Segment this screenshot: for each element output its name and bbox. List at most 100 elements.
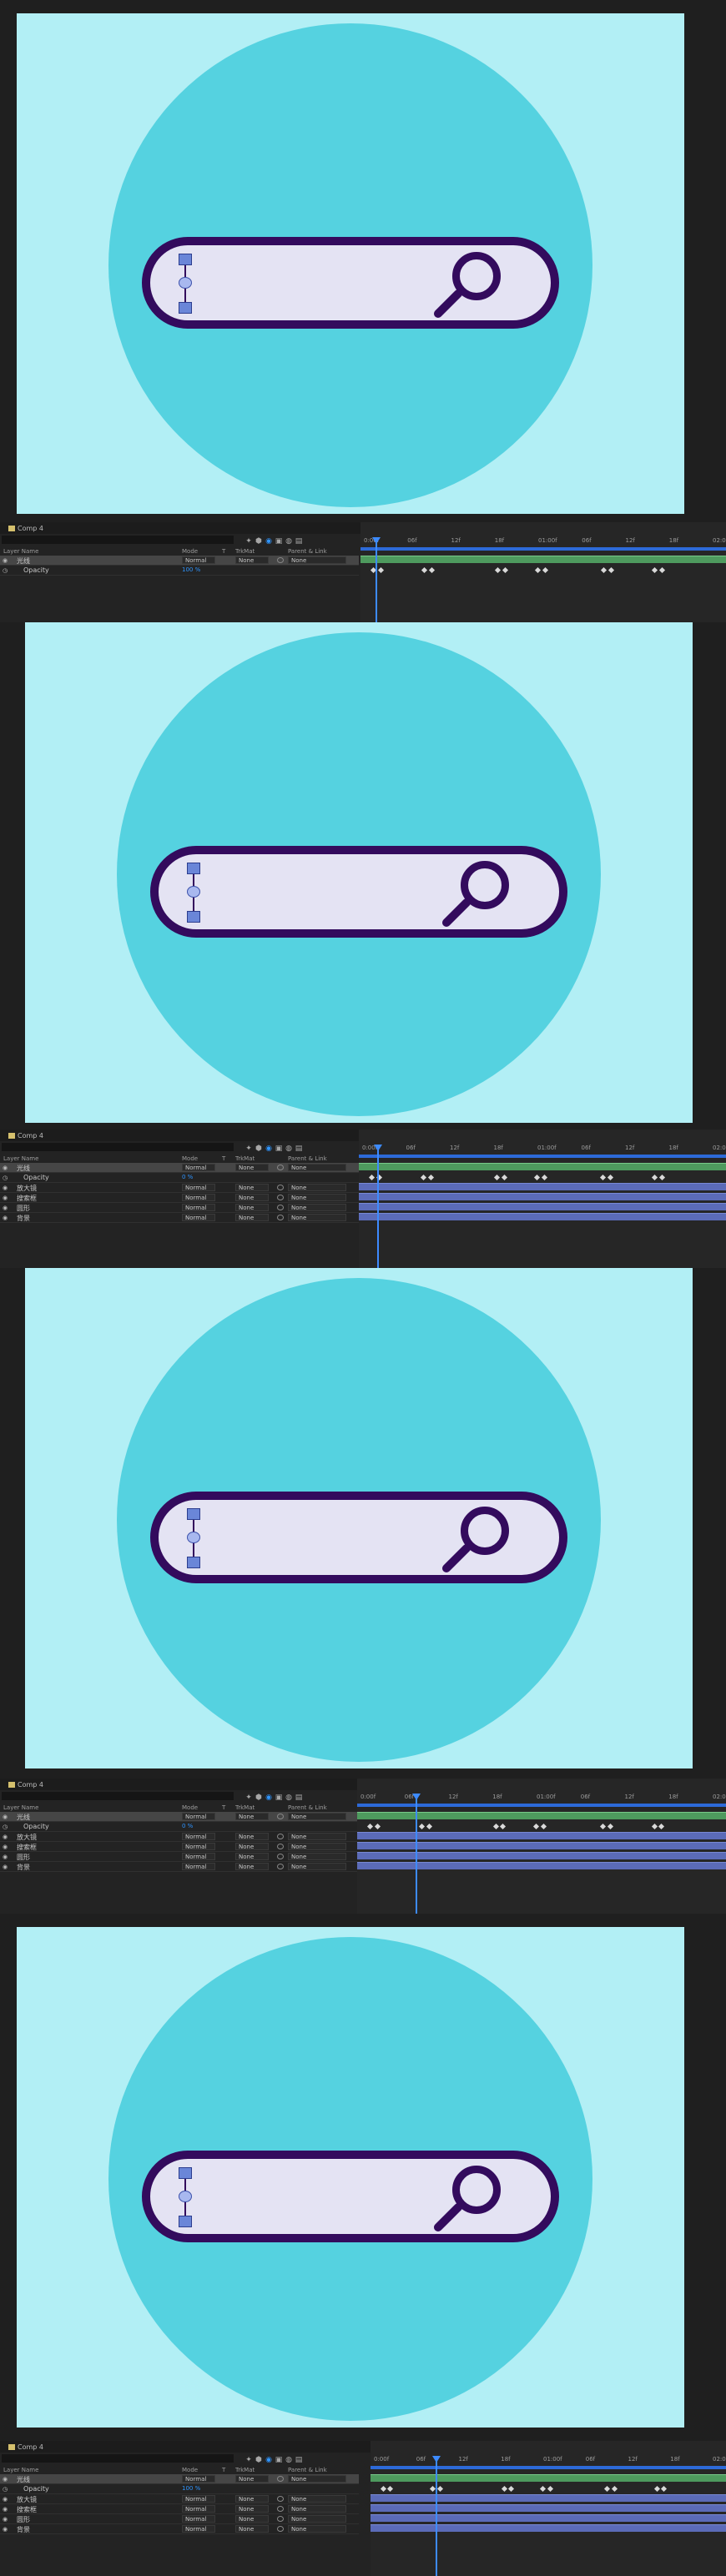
layer-duration-bar[interactable] bbox=[357, 1832, 726, 1839]
opacity-value[interactable]: 100 % bbox=[182, 2485, 200, 2492]
keyframe-marker[interactable] bbox=[653, 2485, 660, 2493]
keyframe-marker[interactable] bbox=[501, 2485, 507, 2493]
column-header-trkmat[interactable]: TrkMat bbox=[235, 1155, 255, 1162]
keyframe-marker[interactable] bbox=[492, 1823, 499, 1830]
opacity-value[interactable]: 100 % bbox=[182, 566, 200, 573]
parent-select[interactable]: None bbox=[288, 556, 346, 564]
layer-search-input[interactable] bbox=[2, 1792, 234, 1800]
layer-duration-bar[interactable] bbox=[357, 1852, 726, 1859]
layer-duration-bar[interactable] bbox=[359, 1193, 726, 1200]
toolbar-switch-icon[interactable]: ◍ bbox=[284, 1794, 294, 1802]
layer-search-input[interactable] bbox=[2, 536, 234, 544]
pick-whip-icon[interactable] bbox=[277, 1854, 284, 1859]
layer-search-input[interactable] bbox=[2, 1143, 234, 1151]
pick-whip-icon[interactable] bbox=[277, 2526, 284, 2532]
cursor-anchor-icon[interactable] bbox=[179, 2191, 192, 2202]
pick-whip-icon[interactable] bbox=[277, 2516, 284, 2522]
layer-search-input[interactable] bbox=[2, 2454, 234, 2463]
layer-row[interactable]: ◉ 光线 Normal None None bbox=[0, 1812, 359, 1822]
keyframe-marker[interactable] bbox=[540, 1823, 547, 1830]
keyframe-marker[interactable] bbox=[493, 1174, 500, 1181]
layer-row[interactable]: ◉ 放大镜 Normal None None bbox=[0, 1183, 359, 1193]
keyframe-marker[interactable] bbox=[500, 1823, 507, 1830]
layer-duration-bar[interactable] bbox=[357, 1812, 726, 1819]
property-row[interactable]: ◷ Opacity 0 % bbox=[0, 1173, 359, 1183]
layer-row[interactable]: ◉ 背景 Normal None None bbox=[0, 1862, 359, 1872]
opacity-value[interactable]: 0 % bbox=[182, 1174, 193, 1180]
cursor-bottom-handle-icon[interactable] bbox=[179, 2216, 192, 2227]
property-row[interactable]: ◷ Opacity 100 % bbox=[0, 2484, 359, 2494]
layer-duration-bar[interactable] bbox=[357, 1862, 726, 1869]
visibility-eye-icon[interactable]: ◉ bbox=[3, 2516, 8, 2523]
keyframe-marker[interactable] bbox=[367, 1823, 374, 1830]
track-matte-select[interactable]: None bbox=[235, 1204, 269, 1211]
keyframe-marker[interactable] bbox=[608, 1174, 614, 1181]
blend-mode-select[interactable]: Normal bbox=[182, 2475, 215, 2483]
visibility-eye-icon[interactable]: ◉ bbox=[3, 2476, 8, 2483]
toolbar-switch-icon[interactable]: ▣ bbox=[274, 1145, 284, 1153]
parent-select[interactable]: None bbox=[288, 1204, 346, 1211]
toolbar-switch-icon[interactable]: ◉ bbox=[264, 1145, 274, 1153]
layer-duration-bar[interactable] bbox=[371, 2514, 726, 2522]
toolbar-switch-icon[interactable]: ▣ bbox=[274, 1794, 284, 1802]
track-matte-select[interactable]: None bbox=[235, 2515, 269, 2523]
toolbar-switch-icon[interactable]: ▤ bbox=[294, 1794, 304, 1802]
pick-whip-icon[interactable] bbox=[277, 2476, 284, 2482]
cursor-top-handle-icon[interactable] bbox=[187, 1508, 200, 1520]
track-matte-select[interactable]: None bbox=[235, 2505, 269, 2513]
parent-select[interactable]: None bbox=[288, 1843, 346, 1850]
layer-duration-bar[interactable] bbox=[371, 2504, 726, 2512]
cursor-bottom-handle-icon[interactable] bbox=[187, 911, 200, 923]
column-header-t[interactable]: T bbox=[222, 1804, 225, 1811]
keyframe-marker[interactable] bbox=[380, 2485, 386, 2493]
pick-whip-icon[interactable] bbox=[277, 1814, 284, 1819]
blend-mode-select[interactable]: Normal bbox=[182, 1194, 215, 1201]
composition-viewer[interactable] bbox=[17, 1927, 684, 2428]
layer-duration-bar[interactable] bbox=[359, 1183, 726, 1190]
toolbar-switch-icon[interactable]: ⬢ bbox=[254, 2456, 264, 2464]
column-header-mode[interactable]: Mode bbox=[182, 2467, 198, 2473]
pick-whip-icon[interactable] bbox=[277, 1205, 284, 1210]
keyframe-marker[interactable] bbox=[604, 2485, 611, 2493]
blend-mode-select[interactable]: Normal bbox=[182, 556, 215, 564]
column-header-layer_name[interactable]: Layer Name bbox=[3, 1804, 38, 1811]
track-matte-select[interactable]: None bbox=[235, 2525, 269, 2533]
track-matte-select[interactable]: None bbox=[235, 2475, 269, 2483]
work-area-bar[interactable] bbox=[371, 2466, 726, 2469]
blend-mode-select[interactable]: Normal bbox=[182, 1853, 215, 1860]
work-area-bar[interactable] bbox=[359, 1155, 726, 1158]
track-matte-select[interactable]: None bbox=[235, 1863, 269, 1870]
parent-select[interactable]: None bbox=[288, 2495, 346, 2503]
visibility-eye-icon[interactable]: ◉ bbox=[3, 1185, 8, 1191]
layer-row[interactable]: ◉ 圆形 Normal None None bbox=[0, 2514, 359, 2524]
keyframe-marker[interactable] bbox=[502, 566, 508, 574]
track-matte-select[interactable]: None bbox=[235, 556, 269, 564]
timeline-track-area[interactable]: 0:00f 06f 12f 18f 01:00f 06f 12f 18f 02:0 bbox=[359, 1130, 726, 1268]
keyframe-marker[interactable] bbox=[661, 2485, 668, 2493]
keyframe-marker[interactable] bbox=[658, 1174, 665, 1181]
layer-duration-bar[interactable] bbox=[357, 1842, 726, 1849]
layer-duration-bar[interactable] bbox=[360, 556, 726, 563]
keyframe-marker[interactable] bbox=[658, 1823, 665, 1830]
toolbar-switch-icon[interactable]: ▣ bbox=[274, 537, 284, 546]
column-header-parent[interactable]: Parent & Link bbox=[288, 1804, 327, 1811]
keyframe-marker[interactable] bbox=[547, 2485, 554, 2493]
pick-whip-icon[interactable] bbox=[277, 557, 284, 563]
blend-mode-select[interactable]: Normal bbox=[182, 2495, 215, 2503]
parent-select[interactable]: None bbox=[288, 1813, 346, 1820]
pick-whip-icon[interactable] bbox=[277, 1185, 284, 1190]
visibility-eye-icon[interactable]: ◉ bbox=[3, 1205, 8, 1211]
visibility-eye-icon[interactable]: ◉ bbox=[3, 2506, 8, 2513]
track-matte-select[interactable]: None bbox=[235, 2495, 269, 2503]
parent-select[interactable]: None bbox=[288, 1164, 346, 1171]
visibility-eye-icon[interactable]: ◉ bbox=[3, 1814, 8, 1820]
visibility-eye-icon[interactable]: ◉ bbox=[3, 1864, 8, 1870]
parent-select[interactable]: None bbox=[288, 2525, 346, 2533]
track-matte-select[interactable]: None bbox=[235, 1853, 269, 1860]
column-header-trkmat[interactable]: TrkMat bbox=[235, 2467, 255, 2473]
layer-row[interactable]: ◉ 搜索框 Normal None None bbox=[0, 2504, 359, 2514]
layer-row[interactable]: ◉ 背景 Normal None None bbox=[0, 2524, 359, 2534]
toolbar-switch-icon[interactable]: ⬢ bbox=[254, 1145, 264, 1153]
blend-mode-select[interactable]: Normal bbox=[182, 1843, 215, 1850]
column-header-parent[interactable]: Parent & Link bbox=[288, 2467, 327, 2473]
